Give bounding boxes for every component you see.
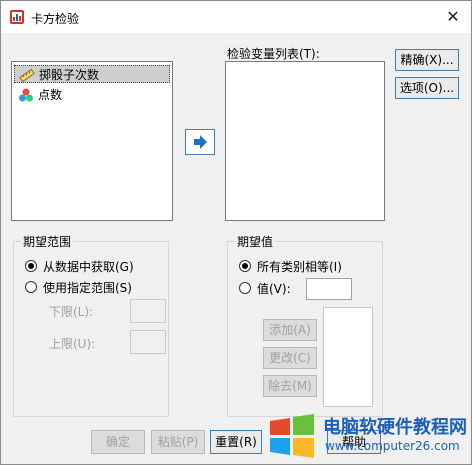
watermark-url: www.computer26.com [325, 439, 460, 453]
values-label[interactable]: 值(V): [257, 280, 291, 297]
move-variable-button[interactable] [185, 129, 215, 155]
title-bar: 卡方检验 ✕ [1, 1, 471, 33]
exact-button[interactable]: 精确(X)... [395, 49, 459, 71]
lower-limit-label: 下限(L): [49, 305, 94, 319]
windows-logo-icon [270, 414, 314, 458]
chi-square-dialog: 卡方检验 ✕ 掷骰子次数 点数 检验变量列表(T): 精确(X)... 选项(O… [0, 0, 472, 465]
use-range-label[interactable]: 使用指定范围(S) [43, 279, 132, 296]
arrow-right-icon [194, 135, 207, 149]
add-value-button[interactable]: 添加(A) [263, 319, 317, 341]
lower-limit-input[interactable] [130, 299, 166, 323]
radio-get-from-data[interactable] [25, 260, 37, 272]
expected-values-title: 期望值 [235, 233, 276, 250]
nominal-icon [19, 88, 33, 102]
get-from-data-label[interactable]: 从数据中获取(G) [43, 258, 134, 275]
expected-range-title: 期望范围 [21, 233, 74, 250]
list-item-points[interactable]: 点数 [14, 86, 170, 104]
options-button[interactable]: 选项(O)... [395, 77, 459, 99]
remove-value-button[interactable]: 除去(M) [263, 375, 317, 397]
list-item-dice-rolls[interactable]: 掷骰子次数 [14, 65, 170, 83]
all-equal-label[interactable]: 所有类别相等(I) [257, 258, 342, 275]
window-title: 卡方检验 [31, 12, 80, 26]
radio-all-equal[interactable] [239, 260, 251, 272]
test-variable-list[interactable] [225, 61, 385, 221]
test-variable-list-label: 检验变量列表(T): [227, 47, 320, 61]
app-icon [10, 10, 24, 24]
radio-values[interactable] [239, 282, 251, 294]
close-icon: ✕ [446, 7, 460, 26]
list-item-label: 掷骰子次数 [39, 68, 100, 82]
watermark-title: 电脑软硬件教程网 [323, 417, 467, 438]
ruler-icon [19, 68, 35, 83]
radio-use-range[interactable] [25, 281, 37, 293]
reset-button[interactable]: 重置(R) [210, 430, 262, 454]
upper-limit-label: 上限(U): [49, 337, 96, 351]
upper-limit-input[interactable] [130, 330, 166, 354]
list-item-label: 点数 [38, 88, 63, 102]
paste-button[interactable]: 粘贴(P) [151, 430, 205, 454]
value-input[interactable] [306, 278, 352, 300]
source-variable-list[interactable]: 掷骰子次数 点数 [11, 61, 173, 221]
values-list[interactable] [323, 307, 373, 407]
ok-button[interactable]: 确定 [91, 430, 145, 454]
change-value-button[interactable]: 更改(C) [263, 347, 317, 369]
close-button[interactable]: ✕ [441, 5, 465, 29]
